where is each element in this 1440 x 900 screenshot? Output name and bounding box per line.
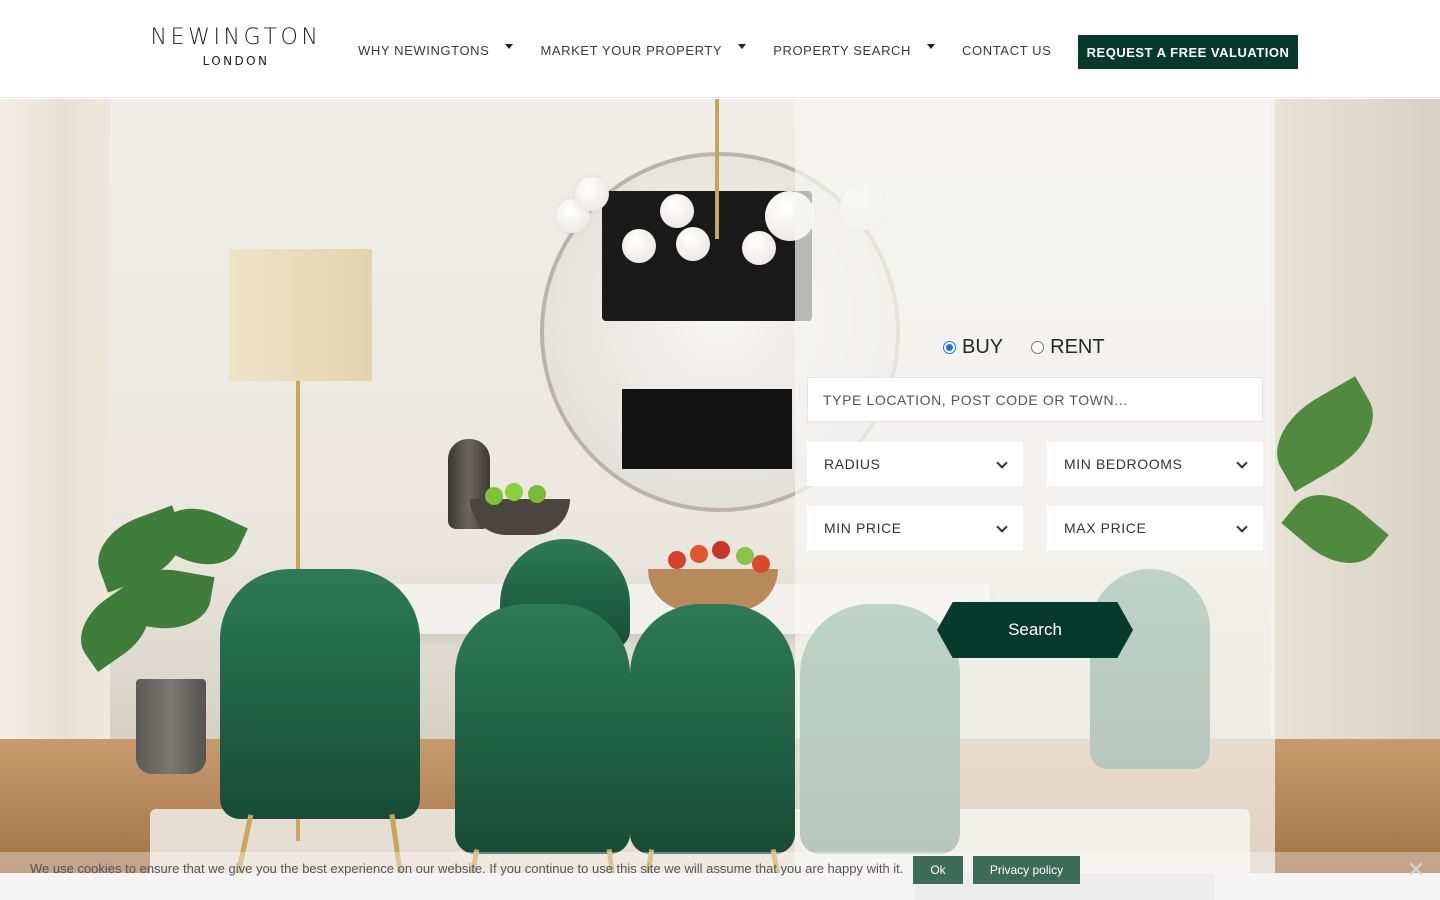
buy-radio-label: BUY	[962, 336, 1004, 358]
min-bedrooms-select-value: MIN BEDROOMS	[1064, 456, 1183, 472]
cookie-notice-text: We use cookies to ensure that we give yo…	[30, 861, 904, 876]
nav-item-label: WHY NEWINGTONS	[358, 43, 490, 58]
plant-pot-illustration	[136, 679, 206, 774]
chair-illustration	[455, 604, 630, 854]
chevron-down-icon	[1236, 457, 1248, 469]
fruit-illustration	[485, 487, 503, 505]
max-price-select-value: MAX PRICE	[1064, 520, 1147, 536]
fruit-illustration	[528, 485, 546, 503]
chandelier-rod-illustration	[715, 99, 719, 239]
cookie-banner-strip	[0, 873, 1440, 900]
fruit-illustration	[690, 545, 708, 563]
location-search-input[interactable]: TYPE LOCATION, POST CODE OR TOWN...	[807, 377, 1263, 422]
chandelier-bulb	[622, 229, 656, 263]
rent-radio-label: RENT	[1050, 336, 1105, 358]
caret-down-icon	[927, 44, 936, 49]
floor-lamp-shade-illustration	[229, 249, 372, 381]
bowl-illustration	[470, 499, 570, 535]
buy-radio[interactable]: BUY	[943, 336, 1003, 359]
fireplace-illustration	[622, 389, 792, 469]
site-logo[interactable]: NEWINGTON LONDON	[143, 25, 329, 69]
nav-item-label: PROPERTY SEARCH	[773, 43, 912, 58]
chandelier-bulb	[575, 177, 609, 211]
nav-item-why-newingtons[interactable]: WHY NEWINGTONS	[358, 43, 514, 58]
nav-item-contact-us[interactable]: CONTACT US	[962, 43, 1051, 58]
nav-item-label: MARKET YOUR PROPERTY	[540, 43, 723, 58]
max-price-select[interactable]: MAX PRICE	[1047, 506, 1263, 550]
chevron-down-icon	[996, 457, 1008, 469]
request-valuation-button[interactable]: REQUEST A FREE VALUATION	[1078, 35, 1298, 69]
chandelier-bulb	[660, 194, 694, 228]
min-price-select[interactable]: MIN PRICE	[807, 506, 1023, 550]
fruit-illustration	[752, 555, 770, 573]
radio-checked-icon	[943, 341, 956, 354]
chandelier-bulb	[742, 231, 776, 265]
fruit-illustration	[712, 541, 730, 559]
nav-item-property-search[interactable]: PROPERTY SEARCH	[773, 43, 936, 58]
listing-type-radio-group: BUY RENT	[943, 336, 1133, 359]
chevron-down-icon	[1236, 521, 1248, 533]
privacy-policy-button[interactable]: Privacy policy	[973, 856, 1080, 884]
search-button[interactable]: Search	[937, 602, 1133, 658]
cookie-accept-button[interactable]: Ok	[913, 856, 963, 884]
logo-wordmark: NEWINGTON	[150, 25, 322, 50]
chandelier-bulb	[676, 227, 710, 261]
main-nav: WHY NEWINGTONS MARKET YOUR PROPERTY PROP…	[358, 43, 1051, 58]
fruit-illustration	[668, 551, 686, 569]
search-panel-overlay	[795, 99, 1275, 873]
caret-down-icon	[738, 44, 747, 49]
hero-image	[0, 99, 1440, 900]
radius-select[interactable]: RADIUS	[807, 442, 1023, 486]
chair-illustration	[220, 569, 420, 819]
min-bedrooms-select[interactable]: MIN BEDROOMS	[1047, 442, 1263, 486]
chair-illustration	[630, 604, 795, 854]
rent-radio[interactable]: RENT	[1031, 336, 1105, 359]
radio-unchecked-icon	[1031, 341, 1045, 354]
nav-item-label: CONTACT US	[962, 43, 1052, 58]
site-header: NEWINGTON LONDON WHY NEWINGTONS MARKET Y…	[0, 0, 1440, 98]
radius-select-value: RADIUS	[824, 456, 881, 472]
min-price-select-value: MIN PRICE	[824, 520, 902, 536]
nav-item-market-your-property[interactable]: MARKET YOUR PROPERTY	[540, 43, 747, 58]
caret-down-icon	[505, 44, 514, 49]
fruit-illustration	[505, 483, 523, 501]
logo-subtitle: LONDON	[202, 54, 270, 68]
close-icon[interactable]	[1408, 861, 1424, 877]
chevron-down-icon	[996, 521, 1008, 533]
